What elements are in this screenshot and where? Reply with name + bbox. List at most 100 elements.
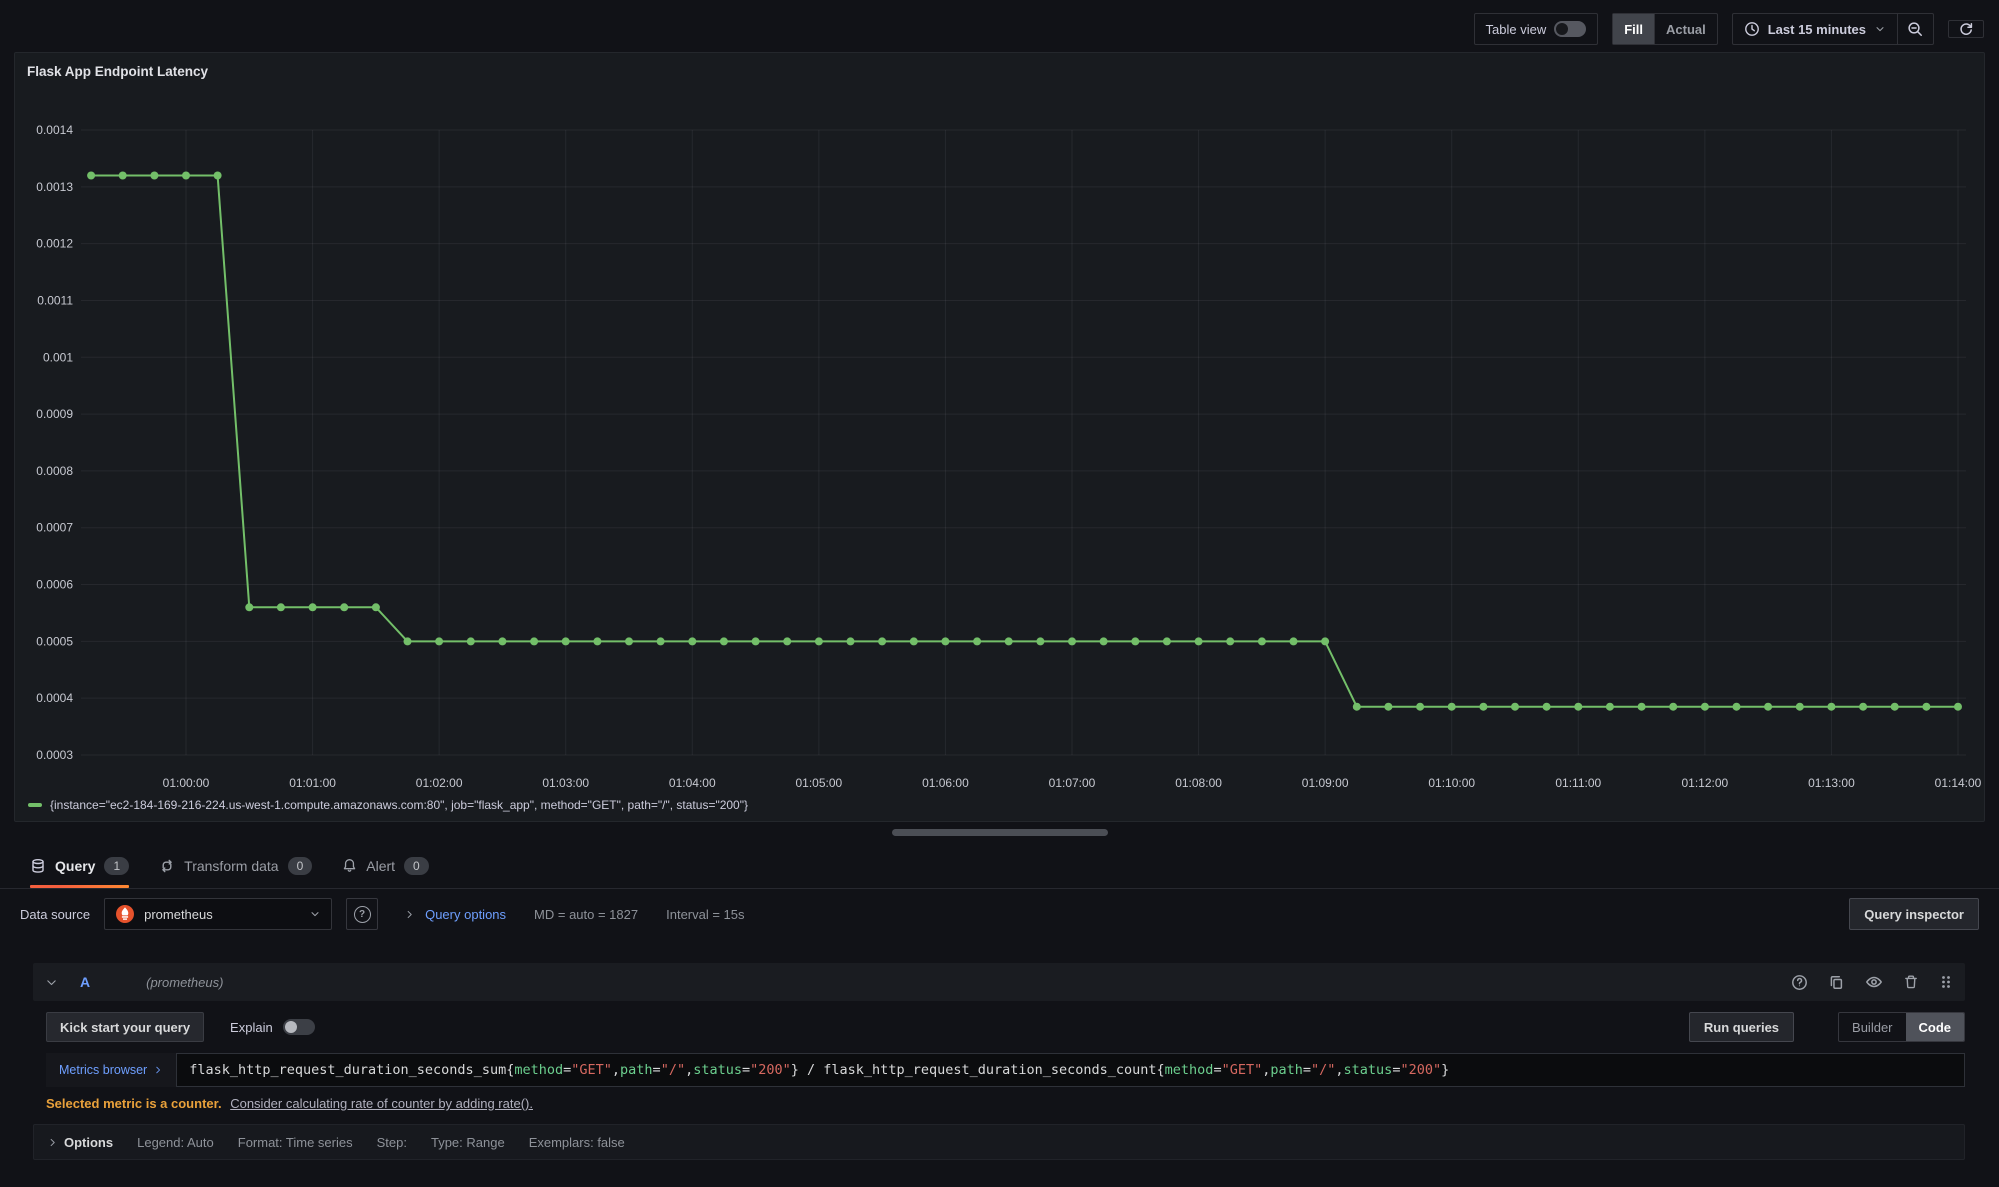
help-circle-icon[interactable] bbox=[1791, 974, 1808, 991]
database-icon bbox=[30, 858, 46, 874]
latency-panel: Flask App Endpoint Latency 0.00140.00130… bbox=[14, 52, 1985, 822]
svg-text:01:14:00: 01:14:00 bbox=[1935, 776, 1982, 790]
svg-text:0.0009: 0.0009 bbox=[36, 407, 73, 421]
drag-handle-icon[interactable] bbox=[1939, 974, 1953, 990]
tab-transform-count: 0 bbox=[288, 857, 313, 875]
tab-query-label: Query bbox=[55, 858, 95, 874]
datasource-name: prometheus bbox=[144, 907, 213, 922]
tab-transform-data[interactable]: Transform data 0 bbox=[159, 843, 312, 888]
table-view-label: Table view bbox=[1486, 22, 1547, 37]
datasource-select[interactable]: prometheus bbox=[104, 898, 332, 930]
datasource-label: Data source bbox=[20, 907, 90, 922]
builder-code-switch: Builder Code bbox=[1838, 1012, 1965, 1042]
builder-option[interactable]: Builder bbox=[1839, 1013, 1905, 1041]
warning-rate-link[interactable]: Consider calculating rate of counter by … bbox=[230, 1096, 533, 1111]
code-option[interactable]: Code bbox=[1906, 1013, 1965, 1041]
tab-transform-label: Transform data bbox=[184, 858, 278, 874]
bell-icon bbox=[342, 858, 357, 873]
refresh-button[interactable] bbox=[1948, 20, 1984, 38]
fill-button[interactable]: Fill bbox=[1613, 14, 1654, 44]
options-label: Options bbox=[64, 1135, 113, 1150]
tab-alert-count: 0 bbox=[404, 857, 429, 875]
explain-toggle-wrap: Explain bbox=[230, 1019, 315, 1035]
refresh-icon bbox=[1958, 21, 1974, 37]
options-exemplars: Exemplars: false bbox=[529, 1135, 625, 1150]
options-type: Type: Range bbox=[431, 1135, 505, 1150]
query-datasource-name: (prometheus) bbox=[146, 975, 223, 990]
options-legend: Legend: Auto bbox=[137, 1135, 214, 1150]
query-inspector-button[interactable]: Query inspector bbox=[1849, 898, 1979, 930]
svg-text:0.0012: 0.0012 bbox=[36, 237, 73, 251]
trash-icon[interactable] bbox=[1903, 974, 1919, 990]
counter-warning: Selected metric is a counter. Consider c… bbox=[46, 1096, 1965, 1111]
datasource-row: Data source prometheus ? Query options M… bbox=[0, 889, 1999, 938]
query-ref-id[interactable]: A bbox=[80, 974, 90, 990]
svg-text:0.0007: 0.0007 bbox=[36, 521, 73, 535]
svg-text:0.0004: 0.0004 bbox=[36, 691, 73, 705]
svg-text:0.0008: 0.0008 bbox=[36, 464, 73, 478]
chevron-right-icon bbox=[153, 1065, 163, 1075]
query-editor-body: Kick start your query Explain Run querie… bbox=[0, 1001, 1999, 1111]
svg-text:01:00:00: 01:00:00 bbox=[163, 776, 210, 790]
table-view-group: Table view bbox=[1474, 13, 1599, 45]
options-format: Format: Time series bbox=[238, 1135, 353, 1150]
svg-text:0.0006: 0.0006 bbox=[36, 578, 73, 592]
fill-actual-group: Fill Actual bbox=[1612, 13, 1718, 45]
svg-text:0.0014: 0.0014 bbox=[36, 123, 73, 137]
chevron-right-icon bbox=[404, 909, 415, 920]
legend-item[interactable]: {instance="ec2-184-169-216-224.us-west-1… bbox=[28, 798, 748, 812]
panel-title: Flask App Endpoint Latency bbox=[27, 64, 208, 79]
explain-label: Explain bbox=[230, 1020, 273, 1035]
datasource-help-button[interactable]: ? bbox=[346, 898, 378, 930]
transform-icon bbox=[159, 858, 175, 874]
interval: Interval = 15s bbox=[666, 907, 744, 922]
run-queries-button[interactable]: Run queries bbox=[1689, 1012, 1794, 1042]
clock-icon bbox=[1744, 21, 1760, 37]
svg-text:0.001: 0.001 bbox=[43, 350, 73, 364]
warning-text: Selected metric is a counter. bbox=[46, 1096, 222, 1111]
svg-text:01:04:00: 01:04:00 bbox=[669, 776, 716, 790]
options-step: Step: bbox=[377, 1135, 407, 1150]
svg-text:0.0013: 0.0013 bbox=[36, 180, 73, 194]
svg-text:01:07:00: 01:07:00 bbox=[1049, 776, 1096, 790]
explain-toggle[interactable] bbox=[283, 1019, 315, 1035]
svg-text:01:08:00: 01:08:00 bbox=[1175, 776, 1222, 790]
svg-text:01:05:00: 01:05:00 bbox=[795, 776, 842, 790]
svg-text:0.0005: 0.0005 bbox=[36, 634, 73, 648]
metrics-browser-button[interactable]: Metrics browser bbox=[46, 1053, 176, 1087]
zoom-out-button[interactable] bbox=[1897, 14, 1933, 44]
tab-alert[interactable]: Alert 0 bbox=[342, 843, 428, 888]
tab-query[interactable]: Query 1 bbox=[30, 843, 129, 888]
query-options-toggle[interactable]: Query options bbox=[404, 907, 506, 922]
svg-text:01:13:00: 01:13:00 bbox=[1808, 776, 1855, 790]
latency-chart[interactable]: 0.0014 0.0013 0.0012 0.0011 0.001 0.0009 0.000… bbox=[15, 53, 1984, 821]
query-row-header[interactable]: A (prometheus) bbox=[33, 963, 1965, 1001]
tab-query-count: 1 bbox=[104, 857, 129, 875]
time-range-button[interactable]: Last 15 minutes bbox=[1733, 14, 1897, 44]
actual-button[interactable]: Actual bbox=[1654, 14, 1717, 44]
eye-icon[interactable] bbox=[1865, 973, 1883, 991]
svg-text:01:10:00: 01:10:00 bbox=[1428, 776, 1475, 790]
zoom-out-icon bbox=[1907, 21, 1924, 38]
promql-query-input[interactable]: flask_http_request_duration_seconds_sum{… bbox=[176, 1053, 1965, 1087]
svg-text:0.0003: 0.0003 bbox=[36, 748, 73, 762]
horizontal-scrollbar[interactable] bbox=[892, 829, 1108, 836]
svg-text:0.0011: 0.0011 bbox=[37, 293, 73, 307]
legend-label: {instance="ec2-184-169-216-224.us-west-1… bbox=[50, 798, 748, 812]
help-icon: ? bbox=[354, 906, 371, 923]
svg-text:01:09:00: 01:09:00 bbox=[1302, 776, 1349, 790]
svg-text:01:02:00: 01:02:00 bbox=[416, 776, 463, 790]
svg-text:01:11:00: 01:11:00 bbox=[1555, 776, 1601, 790]
editor-tabs: Query 1 Transform data 0 Alert 0 bbox=[0, 843, 1999, 889]
max-data-points: MD = auto = 1827 bbox=[534, 907, 638, 922]
chevron-down-icon bbox=[309, 908, 321, 920]
table-view-toggle[interactable] bbox=[1554, 21, 1586, 37]
chevron-right-icon bbox=[47, 1137, 58, 1148]
collapse-chevron-icon[interactable] bbox=[45, 976, 58, 989]
svg-text:01:12:00: 01:12:00 bbox=[1681, 776, 1728, 790]
kick-start-query-button[interactable]: Kick start your query bbox=[46, 1012, 204, 1042]
duplicate-icon[interactable] bbox=[1828, 974, 1845, 991]
table-view-toggle-wrap: Table view bbox=[1475, 14, 1598, 44]
options-bar[interactable]: Options Legend: Auto Format: Time series… bbox=[33, 1124, 1965, 1160]
chevron-down-icon bbox=[1874, 23, 1886, 35]
